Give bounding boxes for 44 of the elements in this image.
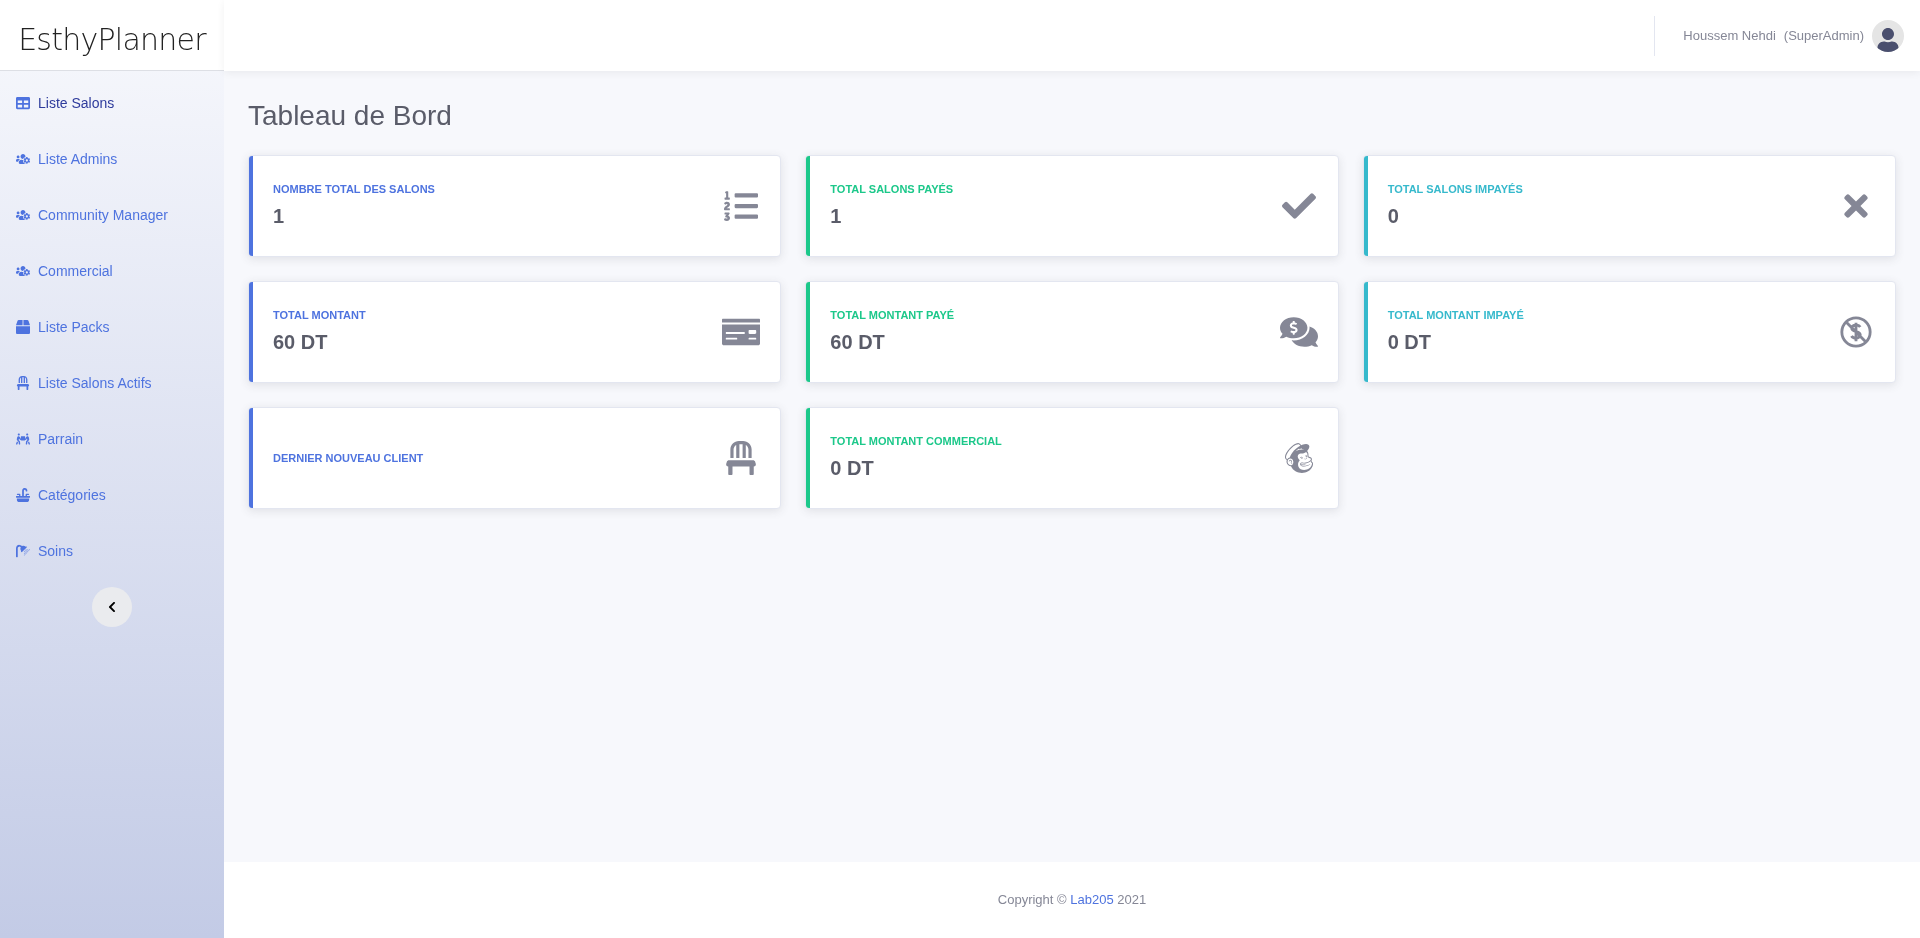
chair-icon [16,376,30,390]
stat-value: 0 DT [1387,330,1432,356]
stat-label: NOMBRE TOTAL DES SALONS [273,181,436,197]
users-gear-icon [16,264,30,278]
stat-label: TOTAL MONTANT IMPAYÉ [1387,307,1525,323]
avatar[interactable] [1872,19,1904,52]
shower-icon [16,544,30,558]
numbered-list-icon [722,189,761,223]
sidebar-item[interactable]: Liste Salons [0,75,224,131]
box-icon [16,320,30,334]
stat-label: DERNIER NOUVEAU CLIENT [273,450,425,466]
users-gear-icon [16,152,30,166]
table-icon [16,96,30,110]
sidebar-item[interactable]: Liste Admins [0,131,224,187]
stat-value: 0 DT [830,456,875,482]
stat-label: TOTAL SALONS PAYÉS [830,181,955,197]
copyright-link[interactable]: Lab205 [1070,892,1114,908]
person-silhouette-icon [1876,27,1900,52]
sidebar-item[interactable]: Soins [0,523,224,579]
stat-label: TOTAL SALONS IMPAYÉS [1387,181,1524,197]
sidebar-item[interactable]: Liste Packs [0,299,224,355]
page-title: Tableau de Bord [248,99,453,133]
stat-value: 60 DT [273,330,329,356]
sidebar-item[interactable]: Commercial [0,243,224,299]
stat-value: 1 [830,204,843,230]
sidebar-item[interactable]: Community Manager [0,187,224,243]
dollar-chat-icon [1279,315,1318,349]
copyright-text: Copyright © Lab205 2021 [997,891,1147,910]
crossed-dollar-icon [1837,315,1875,349]
sidebar-item[interactable]: Liste Salons Actifs [0,355,224,411]
people-carrying-icon [16,432,30,446]
chevron-left-icon [106,601,118,613]
stat-value: 0 [1387,204,1400,230]
stat-label: TOTAL MONTANT COMMERCIAL [830,433,1003,449]
user-role: (SuperAdmin) [1783,26,1864,45]
stat-value: 1 [273,204,286,230]
stat-label: TOTAL MONTANT PAYÉ [830,307,956,323]
user-name[interactable]: Houssem Nehdi [1683,25,1776,46]
stat-value: 60 DT [830,330,886,356]
sidebar-item[interactable]: Parrain [0,411,224,467]
sidebar-item[interactable]: Catégories [0,467,224,523]
users-gear-icon [16,208,30,222]
sink-icon [16,488,30,502]
stat-label: TOTAL MONTANT [273,307,367,323]
